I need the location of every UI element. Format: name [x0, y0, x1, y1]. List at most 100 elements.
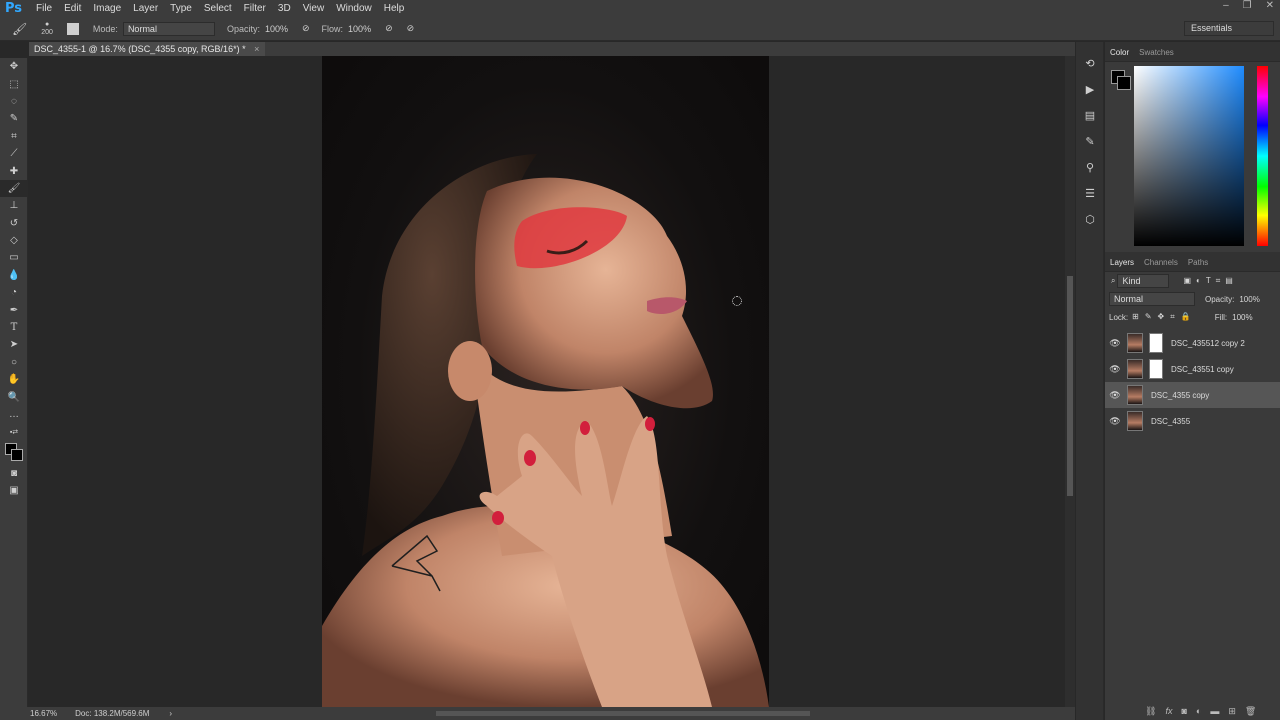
brush-tool-icon[interactable]: 🖌 — [0, 179, 28, 198]
close-tab-icon[interactable]: × — [254, 44, 259, 54]
zoom-level[interactable]: 16.67% — [30, 709, 57, 718]
foreground-background-swatches[interactable] — [0, 441, 28, 465]
history-icon[interactable]: ⟲ — [1076, 50, 1104, 76]
path-selection-tool-icon[interactable]: ➤ — [0, 336, 28, 353]
document-tab[interactable]: DSC_4355-1 @ 16.7% (DSC_4355 copy, RGB/1… — [29, 42, 266, 56]
restore-button[interactable]: ❐ — [1243, 0, 1252, 11]
menu-3d[interactable]: 3D — [272, 3, 297, 14]
color-background-swatch[interactable] — [1117, 76, 1131, 90]
tab-swatches[interactable]: Swatches — [1134, 48, 1179, 61]
brush-size-picker[interactable]: ● 200 — [41, 21, 53, 37]
color-field[interactable] — [1134, 66, 1244, 246]
airbrush-icon[interactable]: ⊘ — [385, 23, 393, 34]
minimize-button[interactable]: – — [1223, 0, 1229, 11]
3d-icon[interactable]: ⬡ — [1076, 206, 1104, 232]
quick-selection-tool-icon[interactable]: ✎ — [0, 110, 28, 127]
layer-style-icon[interactable]: fx — [1165, 706, 1172, 717]
status-menu-arrow-icon[interactable]: › — [169, 709, 172, 718]
mode-select[interactable]: Normal — [122, 21, 215, 36]
filter-icons[interactable]: ▣◐T⌗▤ — [1183, 276, 1237, 286]
move-tool-icon[interactable]: ✥ — [0, 58, 28, 75]
actions-icon[interactable]: ▶ — [1076, 76, 1104, 102]
opacity-pressure-icon[interactable]: ⊘ — [302, 23, 310, 34]
layer-mask-thumbnail[interactable] — [1149, 333, 1163, 353]
delete-layer-icon[interactable]: 🗑 — [1245, 706, 1256, 717]
tab-color[interactable]: Color — [1105, 48, 1134, 61]
adjustment-layer-icon[interactable]: ◐ — [1196, 706, 1201, 717]
new-layer-icon[interactable]: ⊞ — [1228, 706, 1236, 717]
flow-value[interactable]: 100% — [348, 24, 371, 34]
layer-opacity-value[interactable]: 100% — [1239, 295, 1259, 304]
layer-row[interactable]: 👁 DSC_4355 — [1105, 408, 1280, 434]
layer-row-selected[interactable]: 👁 DSC_4355 copy — [1105, 382, 1280, 408]
screen-mode-icon[interactable]: ▣ — [0, 482, 28, 499]
visibility-eye-icon[interactable]: 👁 — [1105, 390, 1125, 401]
menu-edit[interactable]: Edit — [58, 3, 87, 14]
quick-mask-icon[interactable]: ◙ — [0, 465, 28, 482]
more-tools-icon[interactable]: … — [0, 406, 28, 423]
properties-icon[interactable]: ▤ — [1076, 102, 1104, 128]
clone-source-icon[interactable]: ⚲ — [1076, 154, 1104, 180]
brush-panel-toggle-icon[interactable] — [66, 22, 79, 35]
default-colors-icon[interactable]: ▪⇄ — [0, 423, 28, 440]
pen-tool-icon[interactable]: ✒ — [0, 301, 28, 318]
history-brush-tool-icon[interactable]: ↺ — [0, 215, 28, 232]
lasso-tool-icon[interactable]: ◌ — [0, 93, 28, 110]
menu-filter[interactable]: Filter — [238, 3, 272, 14]
color-panel-swatches[interactable] — [1111, 70, 1131, 90]
ellipse-tool-icon[interactable]: ○ — [0, 354, 28, 371]
size-pressure-icon[interactable]: ⊘ — [407, 23, 415, 34]
vertical-scroll-thumb[interactable] — [1067, 276, 1073, 496]
menu-layer[interactable]: Layer — [127, 3, 164, 14]
new-group-icon[interactable]: ▬ — [1210, 706, 1219, 717]
visibility-eye-icon[interactable]: 👁 — [1105, 364, 1125, 375]
visibility-eye-icon[interactable]: 👁 — [1105, 416, 1125, 427]
gradient-tool-icon[interactable]: ▭ — [0, 249, 28, 266]
menu-image[interactable]: Image — [87, 3, 127, 14]
clone-stamp-tool-icon[interactable]: ⊥ — [0, 197, 28, 214]
tab-layers[interactable]: Layers — [1105, 258, 1139, 271]
vertical-scrollbar[interactable] — [1065, 56, 1075, 707]
add-mask-icon[interactable]: ◙ — [1181, 706, 1186, 717]
kind-filter-select[interactable]: Kind — [1117, 274, 1170, 288]
menu-file[interactable]: File — [30, 3, 58, 14]
dodge-tool-icon[interactable]: ◔ — [0, 284, 28, 301]
brush-cursor-icon — [732, 296, 742, 306]
adjustments-icon[interactable]: ☰ — [1076, 180, 1104, 206]
blend-mode-select[interactable]: Normal — [1109, 292, 1195, 306]
eraser-tool-icon[interactable]: ◇ — [0, 232, 28, 249]
lock-icons[interactable]: ⊞✎✥⌗🔒 — [1132, 312, 1197, 322]
horizontal-scroll-thumb[interactable] — [436, 711, 810, 716]
brush-tool-preset-icon[interactable]: 🖌 — [12, 22, 27, 36]
zoom-tool-icon[interactable]: 🔍 — [0, 388, 28, 405]
type-tool-icon[interactable]: T — [0, 319, 28, 336]
portrait-photo[interactable] — [322, 56, 769, 707]
hue-slider[interactable] — [1257, 66, 1268, 246]
layer-row[interactable]: 👁 DSC_435512 copy 2 — [1105, 330, 1280, 356]
eyedropper-tool-icon[interactable]: ⟋ — [0, 145, 28, 162]
visibility-eye-icon[interactable]: 👁 — [1105, 338, 1125, 349]
menu-type[interactable]: Type — [164, 3, 198, 14]
layer-row[interactable]: 👁 DSC_43551 copy — [1105, 356, 1280, 382]
workspace-select[interactable]: Essentials — [1184, 21, 1274, 36]
blur-tool-icon[interactable]: 💧 — [0, 267, 28, 284]
tab-paths[interactable]: Paths — [1183, 258, 1213, 271]
brush-settings-icon[interactable]: ✎ — [1076, 128, 1104, 154]
opacity-value[interactable]: 100% — [265, 24, 288, 34]
hand-tool-icon[interactable]: ✋ — [0, 371, 28, 388]
fill-value[interactable]: 100% — [1232, 313, 1252, 322]
menu-select[interactable]: Select — [198, 3, 238, 14]
marquee-tool-icon[interactable]: ⬚ — [0, 75, 28, 92]
crop-tool-icon[interactable]: ⌗ — [0, 128, 28, 145]
background-swatch[interactable] — [11, 448, 23, 461]
layer-mask-thumbnail[interactable] — [1149, 359, 1163, 379]
close-button[interactable]: ✕ — [1266, 0, 1274, 11]
link-layers-icon[interactable]: ⛓ — [1145, 706, 1156, 717]
healing-brush-tool-icon[interactable]: ✚ — [0, 162, 28, 179]
tab-channels[interactable]: Channels — [1139, 258, 1183, 271]
document-canvas[interactable] — [29, 56, 1065, 707]
menu-window[interactable]: Window — [330, 3, 378, 14]
photoshop-logo: Ps — [5, 1, 23, 16]
menu-view[interactable]: View — [297, 3, 331, 14]
menu-help[interactable]: Help — [378, 3, 411, 14]
